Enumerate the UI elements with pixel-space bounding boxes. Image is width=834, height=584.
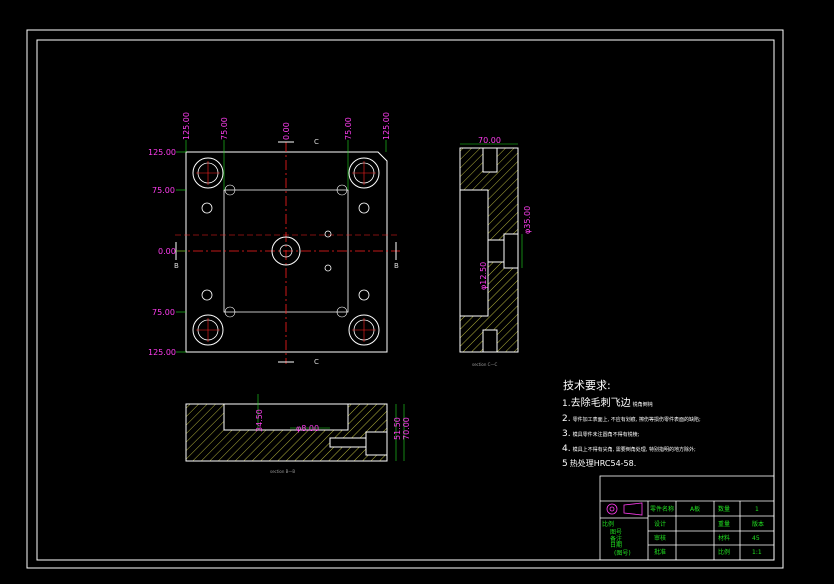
bottom-hole-dim: φ8.00 [296,424,319,433]
screw-hole [358,202,370,214]
title-block [599,475,775,561]
screw-hole [201,289,213,301]
tb-material: 45 [752,535,760,542]
projection-symbol [606,502,643,516]
side-small-dim: φ12.50 [479,262,488,290]
section-mark-bottom: C [314,358,319,366]
section-mark-top: C [314,138,319,146]
tb-small-label-4: 日期 [610,541,622,549]
section-mark-left: B [174,262,179,270]
bottom-section-hatched [185,403,388,462]
screw-hole [201,202,213,214]
tech-item-1: 1.去除毛刺飞边 锐角倒钝 [562,396,653,409]
tb-scale-label: 比例 [718,548,730,556]
tech-item-2: 2. 零件加工表面上, 不应有划痕, 擦伤等损伤零件表面的缺陷; [562,414,701,424]
side-width-dim: 70.00 [478,136,501,145]
tb-design-label: 设计 [654,520,666,528]
sheet-inner-border [36,39,775,561]
tb-qty-label: 数量 [718,505,730,513]
bottom-height-dim-1: 51.50 [393,417,402,440]
pin-hole [324,230,332,238]
bottom-height-dim-2: 70.00 [402,417,411,440]
tb-part-name: A板 [690,505,700,513]
tb-qty: 1 [755,506,759,513]
guide-hole-top-left [192,157,224,189]
top-dim-1: 125.00 [182,112,191,140]
top-view-plate-outline [185,151,388,353]
sheet-outer-border [26,29,784,569]
bottom-depth-dim: 34.50 [255,409,264,432]
tb-material-label: 材料 [718,534,730,542]
tb-scale: 1:1 [752,549,762,556]
tb-note: (图号) [614,550,631,557]
tb-part-name-label: 零件名称 [650,505,674,513]
left-dim-2: 75.00 [152,186,175,195]
left-dim-4: 75.00 [152,308,175,317]
tech-item-5: 5 热处理HRC54-58. [562,458,636,469]
guide-hole-top-right [348,157,380,189]
section-mark-right: B [394,262,399,270]
guide-hole-bottom-right [348,314,380,346]
tech-item-3: 3. 模具零件未注圆角不得有锐棱; [562,429,640,439]
left-ordinate-dims [176,151,186,353]
tb-check-label: 审核 [654,534,666,542]
pin-hole [324,264,332,272]
side-section-view: 70.00 φ35.00 φ12.50 section C—C [459,136,532,367]
bottom-section-view: 34.50 φ8.00 51.50 70.00 section B—B [185,394,411,474]
side-section-hatched [459,147,519,353]
top-view: C C B B 125.00 75.00 0.00 75.00 125.00 1… [148,112,400,366]
screw-hole [358,289,370,301]
left-dim-1: 125.00 [148,148,176,157]
left-dim-3: 0.00 [158,247,176,256]
top-dim-5: 125.00 [382,112,391,140]
technical-requirements: 技术要求: 1.去除毛刺飞边 锐角倒钝 2. 零件加工表面上, 不应有划痕, 擦伤等… [562,379,701,469]
tech-item-4: 4. 模具上不得有尖角, 需要倒角处理, 特别指明的地方除外; [562,444,696,454]
side-hole-dim: φ35.00 [523,206,532,234]
tb-approve-label: 批准 [654,548,666,556]
tb-small-label-2: 图号 [610,529,622,536]
left-dim-5: 125.00 [148,348,176,357]
tech-requirements-title: 技术要求: [563,379,611,392]
bottom-section-caption: section B—B [270,469,295,474]
cad-drawing: C C B B 125.00 75.00 0.00 75.00 125.00 1… [26,29,784,569]
tb-edition-label: 版本 [752,520,764,528]
side-section-caption: section C—C [472,362,497,367]
guide-hole-bottom-left [192,314,224,346]
top-dim-4: 75.00 [344,117,353,140]
tb-small-label-1: 比例 [602,520,614,528]
tb-weight-label: 重量 [718,520,730,528]
top-dim-2: 75.00 [220,117,229,140]
top-dim-3: 0.00 [282,122,291,140]
